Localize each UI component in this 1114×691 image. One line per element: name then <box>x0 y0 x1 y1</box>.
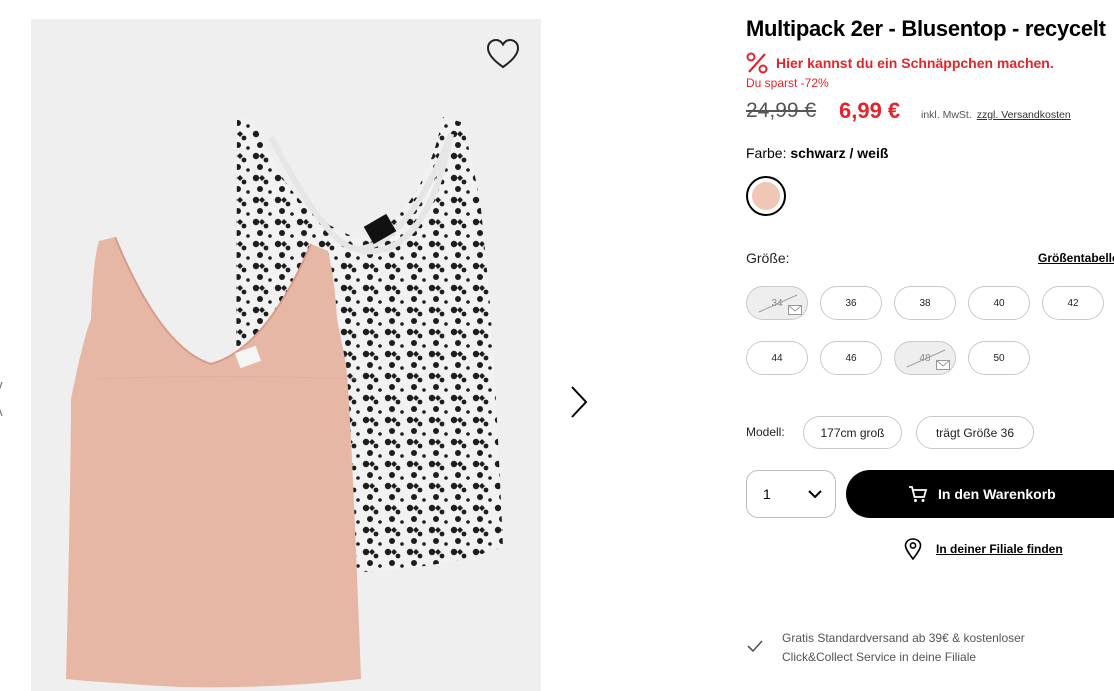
location-pin-icon <box>904 538 922 560</box>
size-option-label: 42 <box>1067 297 1079 309</box>
chevron-right-icon[interactable] <box>562 382 594 422</box>
color-value: schwarz / weiß <box>790 145 889 161</box>
chevron-down-icon <box>808 490 822 499</box>
size-option-label: 50 <box>993 352 1005 364</box>
size-option-label: 36 <box>845 297 857 309</box>
size-option-40[interactable]: 40 <box>968 286 1030 320</box>
old-price: 24,99 € <box>746 99 817 122</box>
size-option-label: 38 <box>919 297 931 309</box>
cart-icon <box>909 486 928 502</box>
size-label: Größe: <box>746 250 790 266</box>
mail-icon <box>788 305 802 315</box>
quantity-select[interactable]: 1 <box>746 470 836 518</box>
model-height-chip: 177cm groß <box>803 416 902 449</box>
mail-icon <box>936 360 950 370</box>
deal-text: Hier kannst du ein Schnäppchen machen. <box>776 55 1054 71</box>
color-swatch[interactable] <box>746 176 786 216</box>
product-title: Multipack 2er - Blusentop - recycelt <box>746 16 1106 41</box>
product-photo <box>66 117 503 688</box>
swatch-fill <box>752 182 780 210</box>
size-option-50[interactable]: 50 <box>968 341 1030 375</box>
size-option-label: 44 <box>771 352 783 364</box>
size-option-36[interactable]: 36 <box>820 286 882 320</box>
size-option-48[interactable]: 48 <box>894 341 956 375</box>
size-option-42[interactable]: 42 <box>1042 286 1104 320</box>
prev-arrow-icon[interactable] <box>0 382 6 416</box>
size-option-34[interactable]: 34 <box>746 286 808 320</box>
size-table-link[interactable]: Größentabelle <box>1038 251 1114 265</box>
sale-price: 6,99 € <box>839 98 901 123</box>
size-option-38[interactable]: 38 <box>894 286 956 320</box>
store-finder-label: In deiner Filiale finden <box>936 542 1063 556</box>
model-label: Modell: <box>746 425 785 439</box>
shipping-cost-link[interactable]: zzgl. Versandkosten <box>977 109 1071 121</box>
model-size-chip: trägt Größe 36 <box>916 416 1034 449</box>
shipping-info-text: Gratis Standardversand ab 39€ & kostenlo… <box>782 629 1025 667</box>
add-to-cart-label: In den Warenkorb <box>938 486 1056 502</box>
percent-icon <box>746 52 768 74</box>
shipping-info-line: Gratis Standardversand ab 39€ & kostenlo… <box>782 631 1025 645</box>
color-info: Farbe: schwarz / weiß <box>746 145 888 161</box>
savings-text: Du sparst -72% <box>746 76 829 90</box>
tax-text: inkl. MwSt. <box>921 109 972 121</box>
shipping-info: Gratis Standardversand ab 39€ & kostenlo… <box>746 629 1025 667</box>
size-option-label: 40 <box>993 297 1005 309</box>
tax-info: inkl. MwSt. zzgl. Versandkosten <box>921 109 1071 121</box>
heart-icon[interactable] <box>485 37 521 71</box>
product-image <box>31 19 541 691</box>
size-option-46[interactable]: 46 <box>820 341 882 375</box>
color-label: Farbe: <box>746 145 787 161</box>
size-option-label: 46 <box>845 352 857 364</box>
store-finder-link[interactable]: In deiner Filiale finden <box>904 538 1063 560</box>
add-to-cart-button[interactable]: In den Warenkorb <box>846 470 1114 518</box>
checkmark-icon <box>747 640 763 653</box>
quantity-value: 1 <box>763 486 771 502</box>
shipping-info-line: Click&Collect Service in deine Filiale <box>782 650 977 664</box>
size-option-44[interactable]: 44 <box>746 341 808 375</box>
deal-banner: Hier kannst du ein Schnäppchen machen. <box>746 52 1054 74</box>
